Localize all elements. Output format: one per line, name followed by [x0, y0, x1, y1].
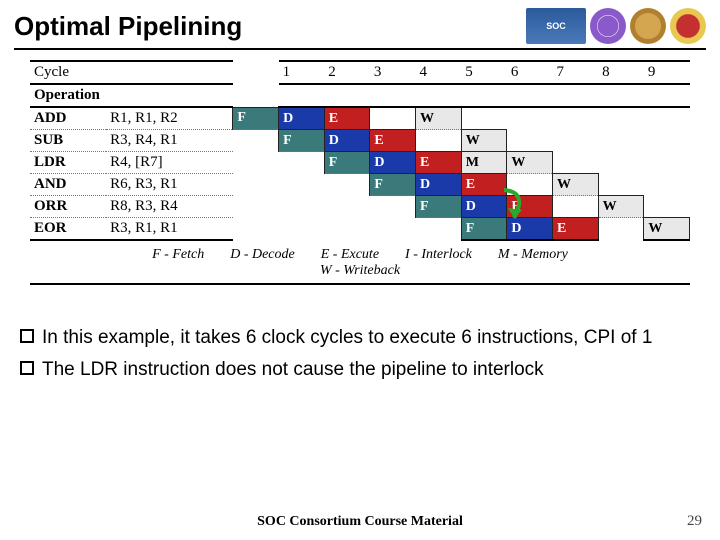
cycle-5: 5	[461, 61, 507, 84]
cycle-2: 2	[324, 61, 370, 84]
cycle-8: 8	[598, 61, 644, 84]
op-name: ADD	[30, 107, 106, 130]
stage-execute: E	[553, 218, 599, 241]
header-divider	[14, 48, 706, 50]
table-row: LDR R4, [R7] F D E M W	[30, 152, 690, 174]
op-args: R6, R3, R1	[106, 174, 233, 196]
op-args: R8, R3, R4	[106, 196, 233, 218]
cycle-4: 4	[416, 61, 462, 84]
stage-fetch: F	[324, 152, 370, 174]
stage-writeback: W	[598, 196, 644, 218]
stage-fetch: F	[461, 218, 507, 241]
stage-execute: E	[507, 196, 553, 218]
cycle-label: Cycle	[30, 61, 233, 84]
op-name: SUB	[30, 130, 106, 152]
stage-decode: D	[507, 218, 553, 241]
legend-memory: M - Memory	[498, 247, 568, 263]
bullet-text: The LDR instruction does not cause the p…	[42, 357, 544, 383]
stage-writeback: W	[416, 107, 462, 130]
bullet-item: In this example, it takes 6 clock cycles…	[20, 325, 700, 351]
slide-title: Optimal Pipelining	[14, 11, 242, 42]
bullet-item: The LDR instruction does not cause the p…	[20, 357, 700, 383]
legend: F - Fetch D - Decode E - Excute I - Inte…	[30, 247, 690, 279]
stage-execute: E	[416, 152, 462, 174]
op-name: EOR	[30, 218, 106, 241]
stage-memory: M	[461, 152, 507, 174]
org-logo-2	[630, 8, 666, 44]
stage-writeback: W	[507, 152, 553, 174]
legend-decode: D - Decode	[230, 247, 295, 263]
bullet-square-icon	[20, 361, 34, 375]
bullet-text: In this example, it takes 6 clock cycles…	[42, 325, 652, 351]
bullet-square-icon	[20, 329, 34, 343]
op-name: LDR	[30, 152, 106, 174]
cycle-6: 6	[507, 61, 553, 84]
table-row: EOR R3, R1, R1 F D E W	[30, 218, 690, 241]
stage-decode: D	[324, 130, 370, 152]
op-args: R3, R4, R1	[106, 130, 233, 152]
cycle-9: 9	[644, 61, 690, 84]
table-row: ORR R8, R3, R4 F D E W	[30, 196, 690, 218]
stage-fetch: F	[370, 174, 416, 196]
op-args: R1, R1, R2	[106, 107, 233, 130]
slide-header: Optimal Pipelining SOC	[0, 0, 720, 48]
stage-writeback: W	[553, 174, 599, 196]
op-name: ORR	[30, 196, 106, 218]
cycle-3: 3	[370, 61, 416, 84]
pipeline-table: Cycle 1 2 3 4 5 6 7 8 9 Operation ADD R1…	[30, 60, 690, 241]
table-row: AND R6, R3, R1 F D E W	[30, 174, 690, 196]
bullet-list: In this example, it takes 6 clock cycles…	[20, 325, 700, 382]
stage-fetch: F	[233, 107, 279, 130]
cycle-7: 7	[553, 61, 599, 84]
op-args: R4, [R7]	[106, 152, 233, 174]
op-name: AND	[30, 174, 106, 196]
org-logo-3	[670, 8, 706, 44]
operation-label: Operation	[30, 84, 233, 107]
soc-logo: SOC	[526, 8, 586, 44]
logo-group: SOC	[526, 8, 706, 44]
pipeline-table-wrap: Cycle 1 2 3 4 5 6 7 8 9 Operation ADD R1…	[30, 60, 690, 241]
page-number: 29	[687, 513, 702, 530]
legend-execute: E - Excute	[321, 247, 379, 263]
stage-decode: D	[461, 196, 507, 218]
stage-execute: E	[370, 130, 416, 152]
stage-decode: D	[279, 107, 325, 130]
stage-decode: D	[416, 174, 462, 196]
cycle-1: 1	[279, 61, 325, 84]
stage-writeback: W	[461, 130, 507, 152]
org-logo-1	[590, 8, 626, 44]
slide-footer: SOC Consortium Course Material	[0, 514, 720, 530]
stage-fetch: F	[279, 130, 325, 152]
table-row: SUB R3, R4, R1 F D E W	[30, 130, 690, 152]
legend-interlock: I - Interlock	[405, 247, 472, 263]
stage-fetch: F	[416, 196, 462, 218]
stage-execute: E	[324, 107, 370, 130]
legend-writeback: W - Writeback	[320, 263, 400, 279]
op-args: R3, R1, R1	[106, 218, 233, 241]
legend-fetch: F - Fetch	[152, 247, 204, 263]
stage-execute: E	[461, 174, 507, 196]
legend-divider	[30, 283, 690, 285]
stage-writeback: W	[644, 218, 690, 241]
table-row: ADD R1, R1, R2 F D E W	[30, 107, 690, 130]
stage-decode: D	[370, 152, 416, 174]
